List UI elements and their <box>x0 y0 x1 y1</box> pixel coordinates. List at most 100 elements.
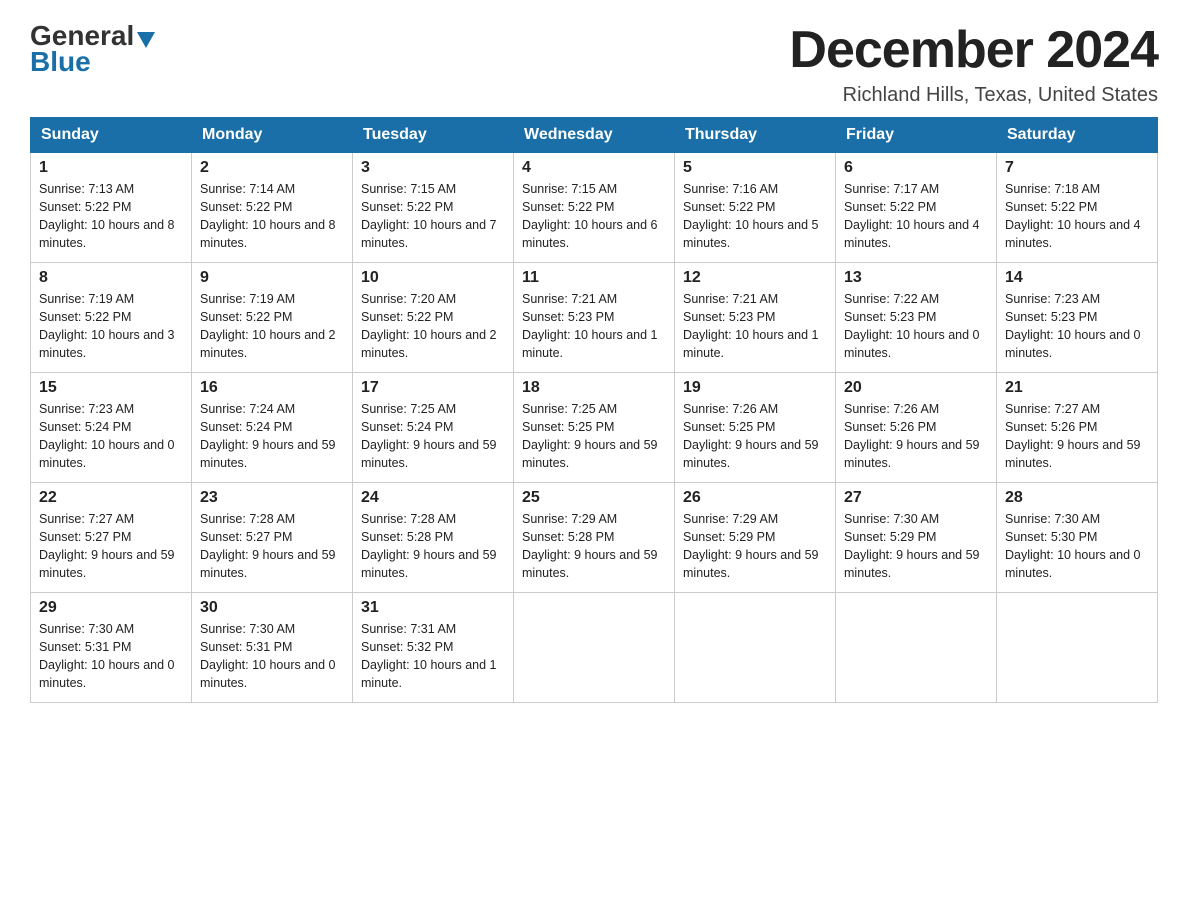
day-number: 4 <box>522 159 666 177</box>
day-number: 6 <box>844 159 988 177</box>
calendar-cell: 20 Sunrise: 7:26 AMSunset: 5:26 PMDaylig… <box>836 373 997 483</box>
calendar-cell: 4 Sunrise: 7:15 AMSunset: 5:22 PMDayligh… <box>514 153 675 263</box>
week-row-4: 22 Sunrise: 7:27 AMSunset: 5:27 PMDaylig… <box>31 483 1158 593</box>
day-number: 3 <box>361 159 505 177</box>
week-row-1: 1 Sunrise: 7:13 AMSunset: 5:22 PMDayligh… <box>31 153 1158 263</box>
day-info: Sunrise: 7:28 AMSunset: 5:28 PMDaylight:… <box>361 512 497 580</box>
week-row-5: 29 Sunrise: 7:30 AMSunset: 5:31 PMDaylig… <box>31 593 1158 703</box>
day-info: Sunrise: 7:23 AMSunset: 5:24 PMDaylight:… <box>39 402 175 470</box>
calendar-cell: 11 Sunrise: 7:21 AMSunset: 5:23 PMDaylig… <box>514 263 675 373</box>
calendar-cell: 14 Sunrise: 7:23 AMSunset: 5:23 PMDaylig… <box>997 263 1158 373</box>
calendar-cell: 3 Sunrise: 7:15 AMSunset: 5:22 PMDayligh… <box>353 153 514 263</box>
day-number: 25 <box>522 489 666 507</box>
day-info: Sunrise: 7:16 AMSunset: 5:22 PMDaylight:… <box>683 182 819 250</box>
day-number: 29 <box>39 599 183 617</box>
day-number: 31 <box>361 599 505 617</box>
day-number: 21 <box>1005 379 1149 397</box>
calendar-cell: 26 Sunrise: 7:29 AMSunset: 5:29 PMDaylig… <box>675 483 836 593</box>
day-info: Sunrise: 7:19 AMSunset: 5:22 PMDaylight:… <box>200 292 336 360</box>
header-day-thursday: Thursday <box>675 118 836 153</box>
calendar-cell: 6 Sunrise: 7:17 AMSunset: 5:22 PMDayligh… <box>836 153 997 263</box>
calendar-subtitle: Richland Hills, Texas, United States <box>789 84 1158 107</box>
day-info: Sunrise: 7:30 AMSunset: 5:30 PMDaylight:… <box>1005 512 1141 580</box>
calendar-cell <box>514 593 675 703</box>
day-info: Sunrise: 7:22 AMSunset: 5:23 PMDaylight:… <box>844 292 980 360</box>
calendar-cell: 13 Sunrise: 7:22 AMSunset: 5:23 PMDaylig… <box>836 263 997 373</box>
header-day-monday: Monday <box>192 118 353 153</box>
calendar-table: SundayMondayTuesdayWednesdayThursdayFrid… <box>30 117 1158 703</box>
day-number: 13 <box>844 269 988 287</box>
day-info: Sunrise: 7:15 AMSunset: 5:22 PMDaylight:… <box>522 182 658 250</box>
header-row: SundayMondayTuesdayWednesdayThursdayFrid… <box>31 118 1158 153</box>
calendar-cell: 24 Sunrise: 7:28 AMSunset: 5:28 PMDaylig… <box>353 483 514 593</box>
calendar-cell: 31 Sunrise: 7:31 AMSunset: 5:32 PMDaylig… <box>353 593 514 703</box>
day-info: Sunrise: 7:29 AMSunset: 5:29 PMDaylight:… <box>683 512 819 580</box>
day-info: Sunrise: 7:26 AMSunset: 5:26 PMDaylight:… <box>844 402 980 470</box>
day-info: Sunrise: 7:30 AMSunset: 5:31 PMDaylight:… <box>39 622 175 690</box>
day-info: Sunrise: 7:19 AMSunset: 5:22 PMDaylight:… <box>39 292 175 360</box>
header-day-tuesday: Tuesday <box>353 118 514 153</box>
day-number: 24 <box>361 489 505 507</box>
calendar-cell: 12 Sunrise: 7:21 AMSunset: 5:23 PMDaylig… <box>675 263 836 373</box>
calendar-cell <box>675 593 836 703</box>
day-number: 10 <box>361 269 505 287</box>
calendar-cell: 2 Sunrise: 7:14 AMSunset: 5:22 PMDayligh… <box>192 153 353 263</box>
header-day-friday: Friday <box>836 118 997 153</box>
day-number: 18 <box>522 379 666 397</box>
day-info: Sunrise: 7:29 AMSunset: 5:28 PMDaylight:… <box>522 512 658 580</box>
calendar-cell: 23 Sunrise: 7:28 AMSunset: 5:27 PMDaylig… <box>192 483 353 593</box>
header-day-sunday: Sunday <box>31 118 192 153</box>
week-row-3: 15 Sunrise: 7:23 AMSunset: 5:24 PMDaylig… <box>31 373 1158 483</box>
calendar-cell <box>997 593 1158 703</box>
day-number: 9 <box>200 269 344 287</box>
calendar-header: SundayMondayTuesdayWednesdayThursdayFrid… <box>31 118 1158 153</box>
calendar-cell: 9 Sunrise: 7:19 AMSunset: 5:22 PMDayligh… <box>192 263 353 373</box>
calendar-cell: 16 Sunrise: 7:24 AMSunset: 5:24 PMDaylig… <box>192 373 353 483</box>
calendar-cell: 1 Sunrise: 7:13 AMSunset: 5:22 PMDayligh… <box>31 153 192 263</box>
day-number: 20 <box>844 379 988 397</box>
calendar-cell: 17 Sunrise: 7:25 AMSunset: 5:24 PMDaylig… <box>353 373 514 483</box>
day-number: 16 <box>200 379 344 397</box>
day-number: 17 <box>361 379 505 397</box>
day-info: Sunrise: 7:21 AMSunset: 5:23 PMDaylight:… <box>683 292 819 360</box>
day-info: Sunrise: 7:26 AMSunset: 5:25 PMDaylight:… <box>683 402 819 470</box>
day-info: Sunrise: 7:31 AMSunset: 5:32 PMDaylight:… <box>361 622 497 690</box>
day-info: Sunrise: 7:27 AMSunset: 5:26 PMDaylight:… <box>1005 402 1141 470</box>
logo: General Blue <box>30 20 155 78</box>
day-number: 8 <box>39 269 183 287</box>
calendar-cell: 15 Sunrise: 7:23 AMSunset: 5:24 PMDaylig… <box>31 373 192 483</box>
day-info: Sunrise: 7:21 AMSunset: 5:23 PMDaylight:… <box>522 292 658 360</box>
week-row-2: 8 Sunrise: 7:19 AMSunset: 5:22 PMDayligh… <box>31 263 1158 373</box>
calendar-cell: 22 Sunrise: 7:27 AMSunset: 5:27 PMDaylig… <box>31 483 192 593</box>
day-number: 11 <box>522 269 666 287</box>
day-info: Sunrise: 7:13 AMSunset: 5:22 PMDaylight:… <box>39 182 175 250</box>
day-info: Sunrise: 7:15 AMSunset: 5:22 PMDaylight:… <box>361 182 497 250</box>
day-number: 2 <box>200 159 344 177</box>
day-number: 7 <box>1005 159 1149 177</box>
calendar-cell: 18 Sunrise: 7:25 AMSunset: 5:25 PMDaylig… <box>514 373 675 483</box>
title-block: December 2024 Richland Hills, Texas, Uni… <box>789 20 1158 107</box>
calendar-cell: 19 Sunrise: 7:26 AMSunset: 5:25 PMDaylig… <box>675 373 836 483</box>
day-number: 19 <box>683 379 827 397</box>
day-info: Sunrise: 7:14 AMSunset: 5:22 PMDaylight:… <box>200 182 336 250</box>
calendar-title: December 2024 <box>789 20 1158 80</box>
day-info: Sunrise: 7:24 AMSunset: 5:24 PMDaylight:… <box>200 402 336 470</box>
calendar-cell: 5 Sunrise: 7:16 AMSunset: 5:22 PMDayligh… <box>675 153 836 263</box>
day-info: Sunrise: 7:30 AMSunset: 5:29 PMDaylight:… <box>844 512 980 580</box>
day-info: Sunrise: 7:23 AMSunset: 5:23 PMDaylight:… <box>1005 292 1141 360</box>
day-number: 30 <box>200 599 344 617</box>
day-number: 15 <box>39 379 183 397</box>
calendar-cell: 27 Sunrise: 7:30 AMSunset: 5:29 PMDaylig… <box>836 483 997 593</box>
day-number: 27 <box>844 489 988 507</box>
calendar-cell: 25 Sunrise: 7:29 AMSunset: 5:28 PMDaylig… <box>514 483 675 593</box>
day-info: Sunrise: 7:25 AMSunset: 5:25 PMDaylight:… <box>522 402 658 470</box>
day-number: 26 <box>683 489 827 507</box>
day-number: 14 <box>1005 269 1149 287</box>
day-info: Sunrise: 7:27 AMSunset: 5:27 PMDaylight:… <box>39 512 175 580</box>
calendar-cell: 8 Sunrise: 7:19 AMSunset: 5:22 PMDayligh… <box>31 263 192 373</box>
header-day-wednesday: Wednesday <box>514 118 675 153</box>
day-number: 23 <box>200 489 344 507</box>
calendar-cell <box>836 593 997 703</box>
calendar-cell: 29 Sunrise: 7:30 AMSunset: 5:31 PMDaylig… <box>31 593 192 703</box>
header-day-saturday: Saturday <box>997 118 1158 153</box>
